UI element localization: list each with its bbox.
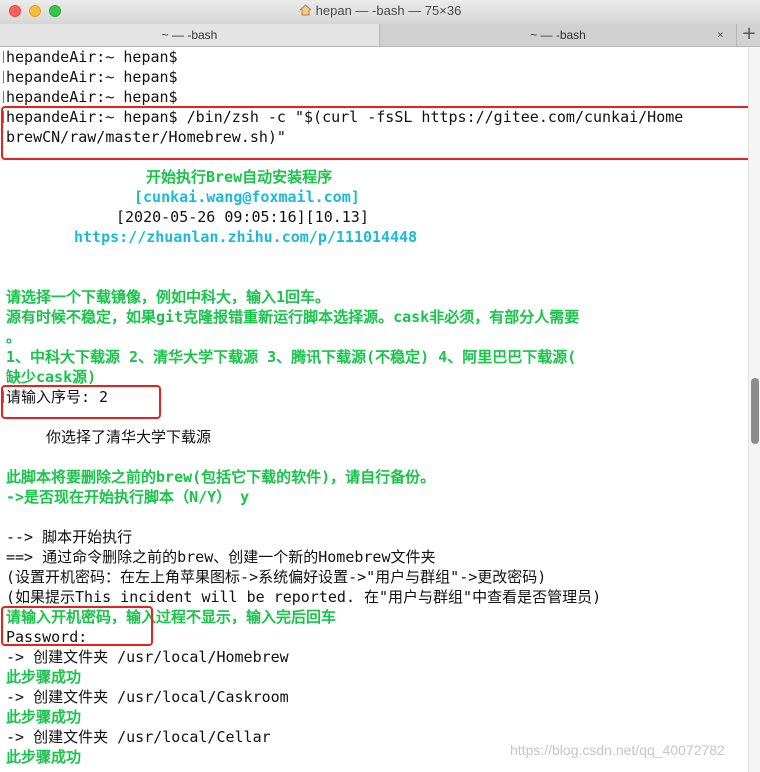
terminal-line: ==> 通过命令删除之前的brew、创建一个新的Homebrew文件夹 <box>6 548 436 566</box>
window-titlebar[interactable]: hepan — -bash — 75×36 <box>0 0 760 25</box>
terminal-line: 此步骤成功 <box>6 708 82 726</box>
vertical-scrollbar[interactable] <box>748 47 760 772</box>
terminal-line: 此步骤成功 <box>6 668 82 686</box>
terminal-line: 缺少cask源) <box>6 368 97 386</box>
watermark: https://blog.csdn.net/qq_40072782 <box>510 742 725 758</box>
terminal-line: 1、中科大下载源 2、清华大学下载源 3、腾讯下载源(不稳定) 4、阿里巴巴下载… <box>6 348 577 366</box>
terminal-line: hepandeAir:~ hepan$ <box>6 88 178 106</box>
home-folder-icon <box>299 4 312 16</box>
terminal-line: (如果提示This incident will be reported. 在"用… <box>6 588 602 606</box>
terminal-line: -> 创建文件夹 /usr/local/Homebrew <box>6 648 289 666</box>
timestamp-line: [2020-05-26 09:05:16][10.13] <box>116 208 369 226</box>
command-highlight-box <box>1 106 748 160</box>
terminal-line: --> 脚本开始执行 <box>6 528 133 546</box>
line-marker <box>3 51 4 63</box>
scrollbar-thumb[interactable] <box>751 378 759 444</box>
terminal-line: 。 <box>6 328 22 346</box>
terminal-line: ->是否现在开始执行脚本（N/Y） y <box>6 488 250 506</box>
terminal-line: hepandeAir:~ hepan$ <box>6 48 178 66</box>
terminal-line: (设置开机密码：在左上角苹果图标->系统偏好设置->"用户与群组"->更改密码) <box>6 568 547 586</box>
terminal-line: 你选择了清华大学下载源 <box>46 428 212 446</box>
terminal-line: 此脚本将要删除之前的brew(包括它下载的软件)，请自行备份。 <box>6 468 436 486</box>
new-tab-button[interactable]: + <box>736 24 760 46</box>
line-marker <box>3 71 4 83</box>
window-title: hepan — -bash — 75×36 <box>0 3 760 18</box>
password-highlight-box <box>1 606 153 646</box>
terminal-line: -> 创建文件夹 /usr/local/Caskroom <box>6 688 289 706</box>
terminal-line: -> 创建文件夹 /usr/local/Cellar <box>6 728 271 746</box>
tab-1[interactable]: ~ — -bash <box>0 24 380 46</box>
installer-title: 开始执行Brew自动安装程序 <box>146 168 333 186</box>
tab-2[interactable]: ~ — -bash <box>380 24 736 46</box>
terminal-line: 请选择一个下载镜像，例如中科大，输入1回车。 <box>6 288 331 306</box>
window-title-text: hepan — -bash — 75×36 <box>315 3 462 18</box>
terminal-line: 源有时候不稳定，如果git克隆报错重新运行脚本选择源。cask非必须，有部分人需… <box>6 308 580 326</box>
terminal-output[interactable]: hepandeAir:~ hepan$ hepandeAir:~ hepan$ … <box>0 47 748 772</box>
terminal-line: hepandeAir:~ hepan$ <box>6 68 178 86</box>
input-highlight-box <box>1 385 161 419</box>
author-email: [cunkai.wang@foxmail.com] <box>134 188 360 206</box>
tab-bar: ~ — -bash ~ — -bash × + <box>0 24 760 47</box>
close-tab-icon[interactable]: × <box>717 24 724 46</box>
line-marker <box>3 91 4 103</box>
terminal-line: 此步骤成功 <box>6 748 82 766</box>
info-url: https://zhuanlan.zhihu.com/p/111014448 <box>74 228 418 246</box>
